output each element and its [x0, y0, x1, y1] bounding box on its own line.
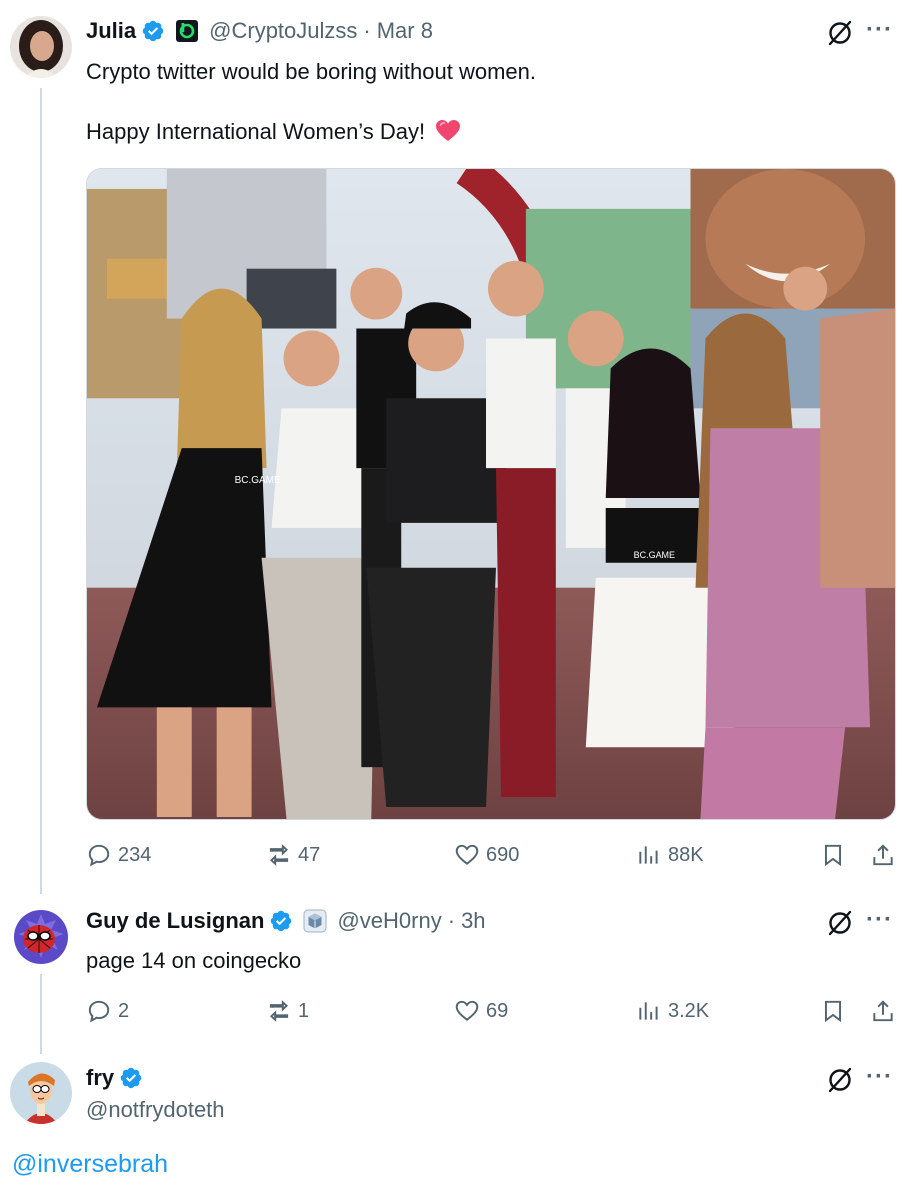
more-options-icon[interactable]: ··· — [866, 906, 893, 934]
grok-icon[interactable] — [826, 19, 854, 47]
bookmark-button[interactable] — [820, 995, 846, 1027]
heart-icon — [455, 844, 479, 865]
views-icon — [639, 1002, 658, 1020]
views-button[interactable]: 3.2K — [636, 995, 709, 1027]
tweet-text-line-2: Happy International Women’s Day! — [86, 117, 461, 147]
view-count: 88K — [668, 843, 704, 866]
repost-icon — [269, 1000, 289, 1022]
verified-badge-icon — [141, 19, 165, 43]
top-logo-text: BC.GAME — [634, 550, 675, 560]
share-icon — [873, 1000, 893, 1022]
thread-line-1 — [40, 88, 42, 894]
reply-count: 234 — [118, 843, 152, 866]
bookmark-icon — [824, 844, 842, 867]
avatar-julia[interactable] — [10, 16, 72, 78]
separator: · — [447, 908, 456, 933]
reply-icon — [88, 844, 110, 867]
tweet-time[interactable]: 3h — [461, 908, 485, 934]
repost-button[interactable]: 1 — [266, 995, 309, 1027]
separator: · — [363, 18, 371, 43]
like-count: 690 — [486, 843, 520, 866]
author-name[interactable]: Guy de Lusignan — [86, 908, 264, 934]
repost-button[interactable]: 47 — [266, 839, 320, 871]
like-count: 69 — [486, 999, 509, 1022]
tweet-time[interactable]: Mar 8 — [377, 18, 433, 44]
avatar-guy-de-lusignan[interactable] — [10, 906, 72, 968]
tweet-actions: 234 47 690 88K — [86, 839, 898, 871]
repost-count: 47 — [298, 843, 321, 866]
like-button[interactable]: 690 — [454, 839, 519, 871]
share-icon — [873, 844, 893, 866]
share-button[interactable] — [870, 995, 896, 1027]
pink-heart-icon — [435, 119, 461, 143]
cube-logo-icon[interactable] — [303, 909, 327, 933]
dress-logo-text: BC.GAME — [235, 475, 281, 486]
tweet-text-greeting: Happy International Women’s Day! — [86, 119, 426, 144]
more-options-icon[interactable]: ··· — [866, 16, 893, 44]
author-handle[interactable]: @veH0rny — [337, 908, 441, 934]
view-count: 3.2K — [668, 999, 710, 1022]
views-button[interactable]: 88K — [636, 839, 704, 871]
tweet-actions: 2 1 69 3.2K — [86, 995, 898, 1027]
heart-icon — [455, 1000, 479, 1021]
author-handle[interactable]: @CryptoJulzss — [209, 18, 357, 44]
mention-link[interactable]: @inversebrah — [12, 1150, 168, 1179]
avatar-fry[interactable] — [10, 1062, 72, 1124]
reply-count: 2 — [118, 999, 130, 1022]
repost-count: 1 — [298, 999, 310, 1022]
tweet-header: Guy de Lusignan @veH0rny · 3h — [86, 908, 486, 934]
repost-icon — [269, 844, 289, 866]
tweet-text-line-1: Crypto twitter would be boring without w… — [86, 59, 536, 84]
like-button[interactable]: 69 — [454, 995, 508, 1027]
tweet-photo[interactable]: BC.GAME BC.GAME — [86, 168, 896, 820]
verified-badge-icon — [119, 1066, 143, 1090]
author-handle[interactable]: @notfrydoteth — [86, 1095, 225, 1125]
tweet-text: page 14 on coingecko — [86, 948, 302, 973]
bookmark-icon — [824, 1000, 842, 1023]
grok-icon[interactable] — [826, 1066, 854, 1094]
grok-icon[interactable] — [826, 909, 854, 937]
tweet-header: Julia @CryptoJulzss · Mar 8 — [86, 18, 433, 44]
bookmark-button[interactable] — [820, 839, 846, 871]
verified-badge-icon — [269, 909, 293, 933]
author-name[interactable]: Julia — [86, 18, 136, 44]
views-icon — [639, 846, 658, 864]
more-options-icon[interactable]: ··· — [866, 1063, 893, 1091]
reply-button[interactable]: 234 — [86, 839, 151, 871]
tweet-header: fry — [86, 1065, 143, 1091]
author-name[interactable]: fry — [86, 1065, 114, 1091]
bc-game-logo-icon[interactable] — [175, 19, 199, 43]
reply-button[interactable]: 2 — [86, 995, 129, 1027]
thread-line-2 — [40, 974, 42, 1054]
reply-icon — [88, 1000, 110, 1023]
share-button[interactable] — [870, 839, 896, 871]
